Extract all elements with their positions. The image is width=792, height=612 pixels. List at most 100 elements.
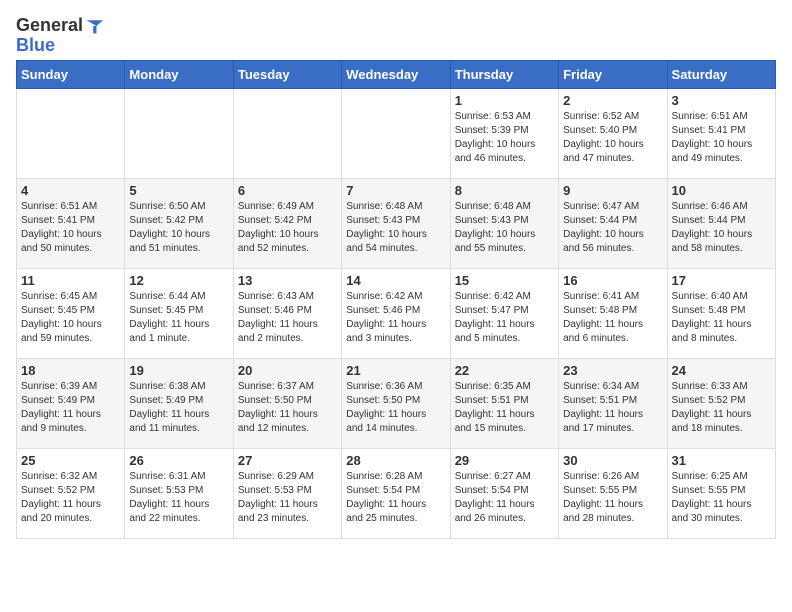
table-cell: 12 Sunrise: 6:44 AM Sunset: 5:45 PM Dayli… xyxy=(125,268,233,358)
cell-info: Sunrise: 6:28 AM Sunset: 5:54 PM Dayligh… xyxy=(346,470,445,526)
day-number: 24 xyxy=(672,363,771,378)
cell-info: Sunrise: 6:47 AM Sunset: 5:44 PM Dayligh… xyxy=(563,200,662,256)
header: GeneralBlue xyxy=(16,16,776,56)
cell-info: Sunrise: 6:42 AM Sunset: 5:47 PM Dayligh… xyxy=(455,290,554,346)
cell-info: Sunrise: 6:51 AM Sunset: 5:41 PM Dayligh… xyxy=(21,200,120,256)
cell-info: Sunrise: 6:49 AM Sunset: 5:42 PM Dayligh… xyxy=(238,200,337,256)
table-cell: 19 Sunrise: 6:38 AM Sunset: 5:49 PM Dayli… xyxy=(125,358,233,448)
table-cell: 30 Sunrise: 6:26 AM Sunset: 5:55 PM Dayli… xyxy=(559,448,667,538)
cell-info: Sunrise: 6:26 AM Sunset: 5:55 PM Dayligh… xyxy=(563,470,662,526)
table-cell: 22 Sunrise: 6:35 AM Sunset: 5:51 PM Dayli… xyxy=(450,358,558,448)
day-number: 22 xyxy=(455,363,554,378)
table-cell: 27 Sunrise: 6:29 AM Sunset: 5:53 PM Dayli… xyxy=(233,448,341,538)
day-number: 29 xyxy=(455,453,554,468)
day-number: 5 xyxy=(129,183,228,198)
table-cell: 8 Sunrise: 6:48 AM Sunset: 5:43 PM Daylig… xyxy=(450,178,558,268)
cell-info: Sunrise: 6:48 AM Sunset: 5:43 PM Dayligh… xyxy=(346,200,445,256)
table-cell: 24 Sunrise: 6:33 AM Sunset: 5:52 PM Dayli… xyxy=(667,358,775,448)
header-sunday: Sunday xyxy=(17,60,125,88)
header-wednesday: Wednesday xyxy=(342,60,450,88)
cell-info: Sunrise: 6:34 AM Sunset: 5:51 PM Dayligh… xyxy=(563,380,662,436)
logo: GeneralBlue xyxy=(16,16,103,56)
day-number: 1 xyxy=(455,93,554,108)
day-number: 19 xyxy=(129,363,228,378)
day-number: 28 xyxy=(346,453,445,468)
day-number: 12 xyxy=(129,273,228,288)
cell-info: Sunrise: 6:35 AM Sunset: 5:51 PM Dayligh… xyxy=(455,380,554,436)
table-cell: 25Sunrise: 6:32 AM Sunset: 5:52 PM Dayli… xyxy=(17,448,125,538)
cell-info: Sunrise: 6:52 AM Sunset: 5:40 PM Dayligh… xyxy=(563,110,662,166)
table-cell: 3 Sunrise: 6:51 AM Sunset: 5:41 PM Daylig… xyxy=(667,88,775,178)
day-number: 17 xyxy=(672,273,771,288)
cell-info: Sunrise: 6:51 AM Sunset: 5:41 PM Dayligh… xyxy=(672,110,771,166)
header-monday: Monday xyxy=(125,60,233,88)
table-cell: 9 Sunrise: 6:47 AM Sunset: 5:44 PM Daylig… xyxy=(559,178,667,268)
cell-info: Sunrise: 6:48 AM Sunset: 5:43 PM Dayligh… xyxy=(455,200,554,256)
table-cell: 21Sunrise: 6:36 AM Sunset: 5:50 PM Dayli… xyxy=(342,358,450,448)
header-saturday: Saturday xyxy=(667,60,775,88)
week-row-1: 1 Sunrise: 6:53 AM Sunset: 5:39 PM Daylig… xyxy=(17,88,776,178)
day-number: 31 xyxy=(672,453,771,468)
calendar-table: SundayMondayTuesdayWednesdayThursdayFrid… xyxy=(16,60,776,539)
day-number: 8 xyxy=(455,183,554,198)
day-number: 26 xyxy=(129,453,228,468)
cell-info: Sunrise: 6:45 AM Sunset: 5:45 PM Dayligh… xyxy=(21,290,120,346)
table-cell: 20Sunrise: 6:37 AM Sunset: 5:50 PM Dayli… xyxy=(233,358,341,448)
table-cell: 2Sunrise: 6:52 AM Sunset: 5:40 PM Daylig… xyxy=(559,88,667,178)
logo-icon xyxy=(85,17,103,35)
table-cell: 15 Sunrise: 6:42 AM Sunset: 5:47 PM Dayli… xyxy=(450,268,558,358)
cell-info: Sunrise: 6:33 AM Sunset: 5:52 PM Dayligh… xyxy=(672,380,771,436)
cell-info: Sunrise: 6:39 AM Sunset: 5:49 PM Dayligh… xyxy=(21,380,120,436)
table-cell: 31Sunrise: 6:25 AM Sunset: 5:55 PM Dayli… xyxy=(667,448,775,538)
calendar-header: SundayMondayTuesdayWednesdayThursdayFrid… xyxy=(17,60,776,88)
day-number: 10 xyxy=(672,183,771,198)
logo-general: General xyxy=(16,16,83,36)
cell-info: Sunrise: 6:50 AM Sunset: 5:42 PM Dayligh… xyxy=(129,200,228,256)
calendar-body: 1 Sunrise: 6:53 AM Sunset: 5:39 PM Daylig… xyxy=(17,88,776,538)
cell-info: Sunrise: 6:32 AM Sunset: 5:52 PM Dayligh… xyxy=(21,470,120,526)
day-number: 4 xyxy=(21,183,120,198)
table-cell: 28 Sunrise: 6:28 AM Sunset: 5:54 PM Dayli… xyxy=(342,448,450,538)
table-cell xyxy=(125,88,233,178)
day-number: 13 xyxy=(238,273,337,288)
cell-info: Sunrise: 6:38 AM Sunset: 5:49 PM Dayligh… xyxy=(129,380,228,436)
day-number: 15 xyxy=(455,273,554,288)
day-number: 21 xyxy=(346,363,445,378)
table-cell: 16Sunrise: 6:41 AM Sunset: 5:48 PM Dayli… xyxy=(559,268,667,358)
table-cell: 14 Sunrise: 6:42 AM Sunset: 5:46 PM Dayli… xyxy=(342,268,450,358)
day-number: 6 xyxy=(238,183,337,198)
day-number: 23 xyxy=(563,363,662,378)
table-cell: 26 Sunrise: 6:31 AM Sunset: 5:53 PM Dayli… xyxy=(125,448,233,538)
cell-info: Sunrise: 6:27 AM Sunset: 5:54 PM Dayligh… xyxy=(455,470,554,526)
cell-info: Sunrise: 6:53 AM Sunset: 5:39 PM Dayligh… xyxy=(455,110,554,166)
table-cell: 11 Sunrise: 6:45 AM Sunset: 5:45 PM Dayli… xyxy=(17,268,125,358)
table-cell: 17Sunrise: 6:40 AM Sunset: 5:48 PM Dayli… xyxy=(667,268,775,358)
day-number: 3 xyxy=(672,93,771,108)
table-cell xyxy=(342,88,450,178)
day-number: 20 xyxy=(238,363,337,378)
day-number: 14 xyxy=(346,273,445,288)
cell-info: Sunrise: 6:31 AM Sunset: 5:53 PM Dayligh… xyxy=(129,470,228,526)
day-number: 16 xyxy=(563,273,662,288)
table-cell: 4 Sunrise: 6:51 AM Sunset: 5:41 PM Daylig… xyxy=(17,178,125,268)
table-cell: 1 Sunrise: 6:53 AM Sunset: 5:39 PM Daylig… xyxy=(450,88,558,178)
logo-blue: Blue xyxy=(16,36,103,56)
day-number: 18 xyxy=(21,363,120,378)
day-number: 7 xyxy=(346,183,445,198)
table-cell: 29 Sunrise: 6:27 AM Sunset: 5:54 PM Dayli… xyxy=(450,448,558,538)
table-cell: 5 Sunrise: 6:50 AM Sunset: 5:42 PM Daylig… xyxy=(125,178,233,268)
table-cell: 23 Sunrise: 6:34 AM Sunset: 5:51 PM Dayli… xyxy=(559,358,667,448)
table-cell: 13Sunrise: 6:43 AM Sunset: 5:46 PM Dayli… xyxy=(233,268,341,358)
day-number: 11 xyxy=(21,273,120,288)
day-number: 27 xyxy=(238,453,337,468)
cell-info: Sunrise: 6:44 AM Sunset: 5:45 PM Dayligh… xyxy=(129,290,228,346)
cell-info: Sunrise: 6:42 AM Sunset: 5:46 PM Dayligh… xyxy=(346,290,445,346)
week-row-4: 18 Sunrise: 6:39 AM Sunset: 5:49 PM Dayli… xyxy=(17,358,776,448)
day-number: 30 xyxy=(563,453,662,468)
table-cell: 10Sunrise: 6:46 AM Sunset: 5:44 PM Dayli… xyxy=(667,178,775,268)
day-number: 9 xyxy=(563,183,662,198)
table-cell: 18 Sunrise: 6:39 AM Sunset: 5:49 PM Dayli… xyxy=(17,358,125,448)
cell-info: Sunrise: 6:29 AM Sunset: 5:53 PM Dayligh… xyxy=(238,470,337,526)
header-tuesday: Tuesday xyxy=(233,60,341,88)
header-friday: Friday xyxy=(559,60,667,88)
